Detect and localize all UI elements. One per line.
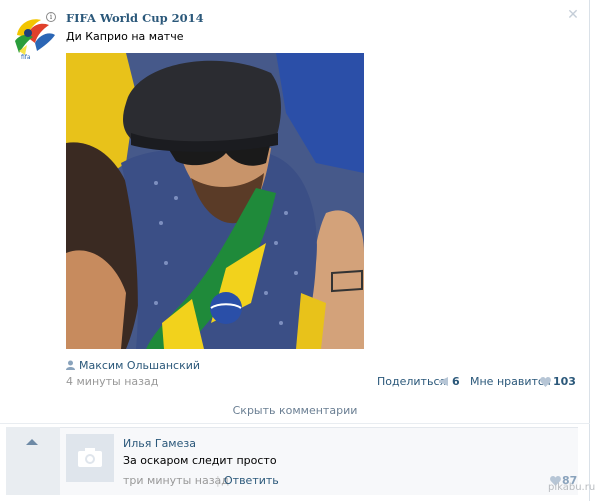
like-button[interactable]: Мне нравится bbox=[470, 375, 551, 388]
info-icon[interactable]: i bbox=[46, 12, 56, 22]
comment-text: За оскаром следит просто bbox=[123, 454, 277, 467]
watermark: pikabu.ru bbox=[548, 482, 596, 493]
share-count: 6 bbox=[452, 375, 460, 388]
svg-text:fifa: fifa bbox=[21, 54, 31, 61]
close-icon[interactable]: ✕ bbox=[566, 8, 580, 22]
camera-icon bbox=[66, 434, 114, 482]
comment-reply-link[interactable]: Ответить bbox=[224, 474, 279, 487]
scroll-up-button[interactable] bbox=[6, 427, 60, 495]
wall-post: fifa i FIFA World Cup 2014 Ди Каприо на … bbox=[0, 0, 595, 501]
megaphone-icon[interactable] bbox=[439, 377, 450, 386]
signer-name: Максим Ольшанский bbox=[79, 359, 201, 372]
heart-icon[interactable] bbox=[540, 377, 551, 387]
share-button[interactable]: Поделиться bbox=[377, 375, 446, 388]
user-icon bbox=[66, 360, 75, 370]
comment-item: Илья Гамеза За оскаром следит просто три… bbox=[6, 427, 578, 495]
post-author-link[interactable]: FIFA World Cup 2014 bbox=[66, 11, 204, 25]
comment-separator: | bbox=[216, 474, 220, 487]
comment-avatar[interactable] bbox=[66, 434, 114, 482]
post-time-link[interactable]: 4 минуты назад bbox=[66, 375, 158, 388]
post-text: Ди Каприо на матче bbox=[66, 30, 184, 43]
post-photo[interactable] bbox=[66, 53, 364, 349]
signer-link[interactable]: Максим Ольшанский bbox=[66, 359, 200, 372]
comment-author-link[interactable]: Илья Гамеза bbox=[123, 437, 196, 450]
like-count: 103 bbox=[553, 375, 576, 388]
arrow-up-icon bbox=[26, 439, 38, 445]
comment-time-link[interactable]: три минуты назад bbox=[123, 474, 229, 487]
hide-comments-button[interactable]: Скрыть комментарии bbox=[0, 398, 590, 424]
